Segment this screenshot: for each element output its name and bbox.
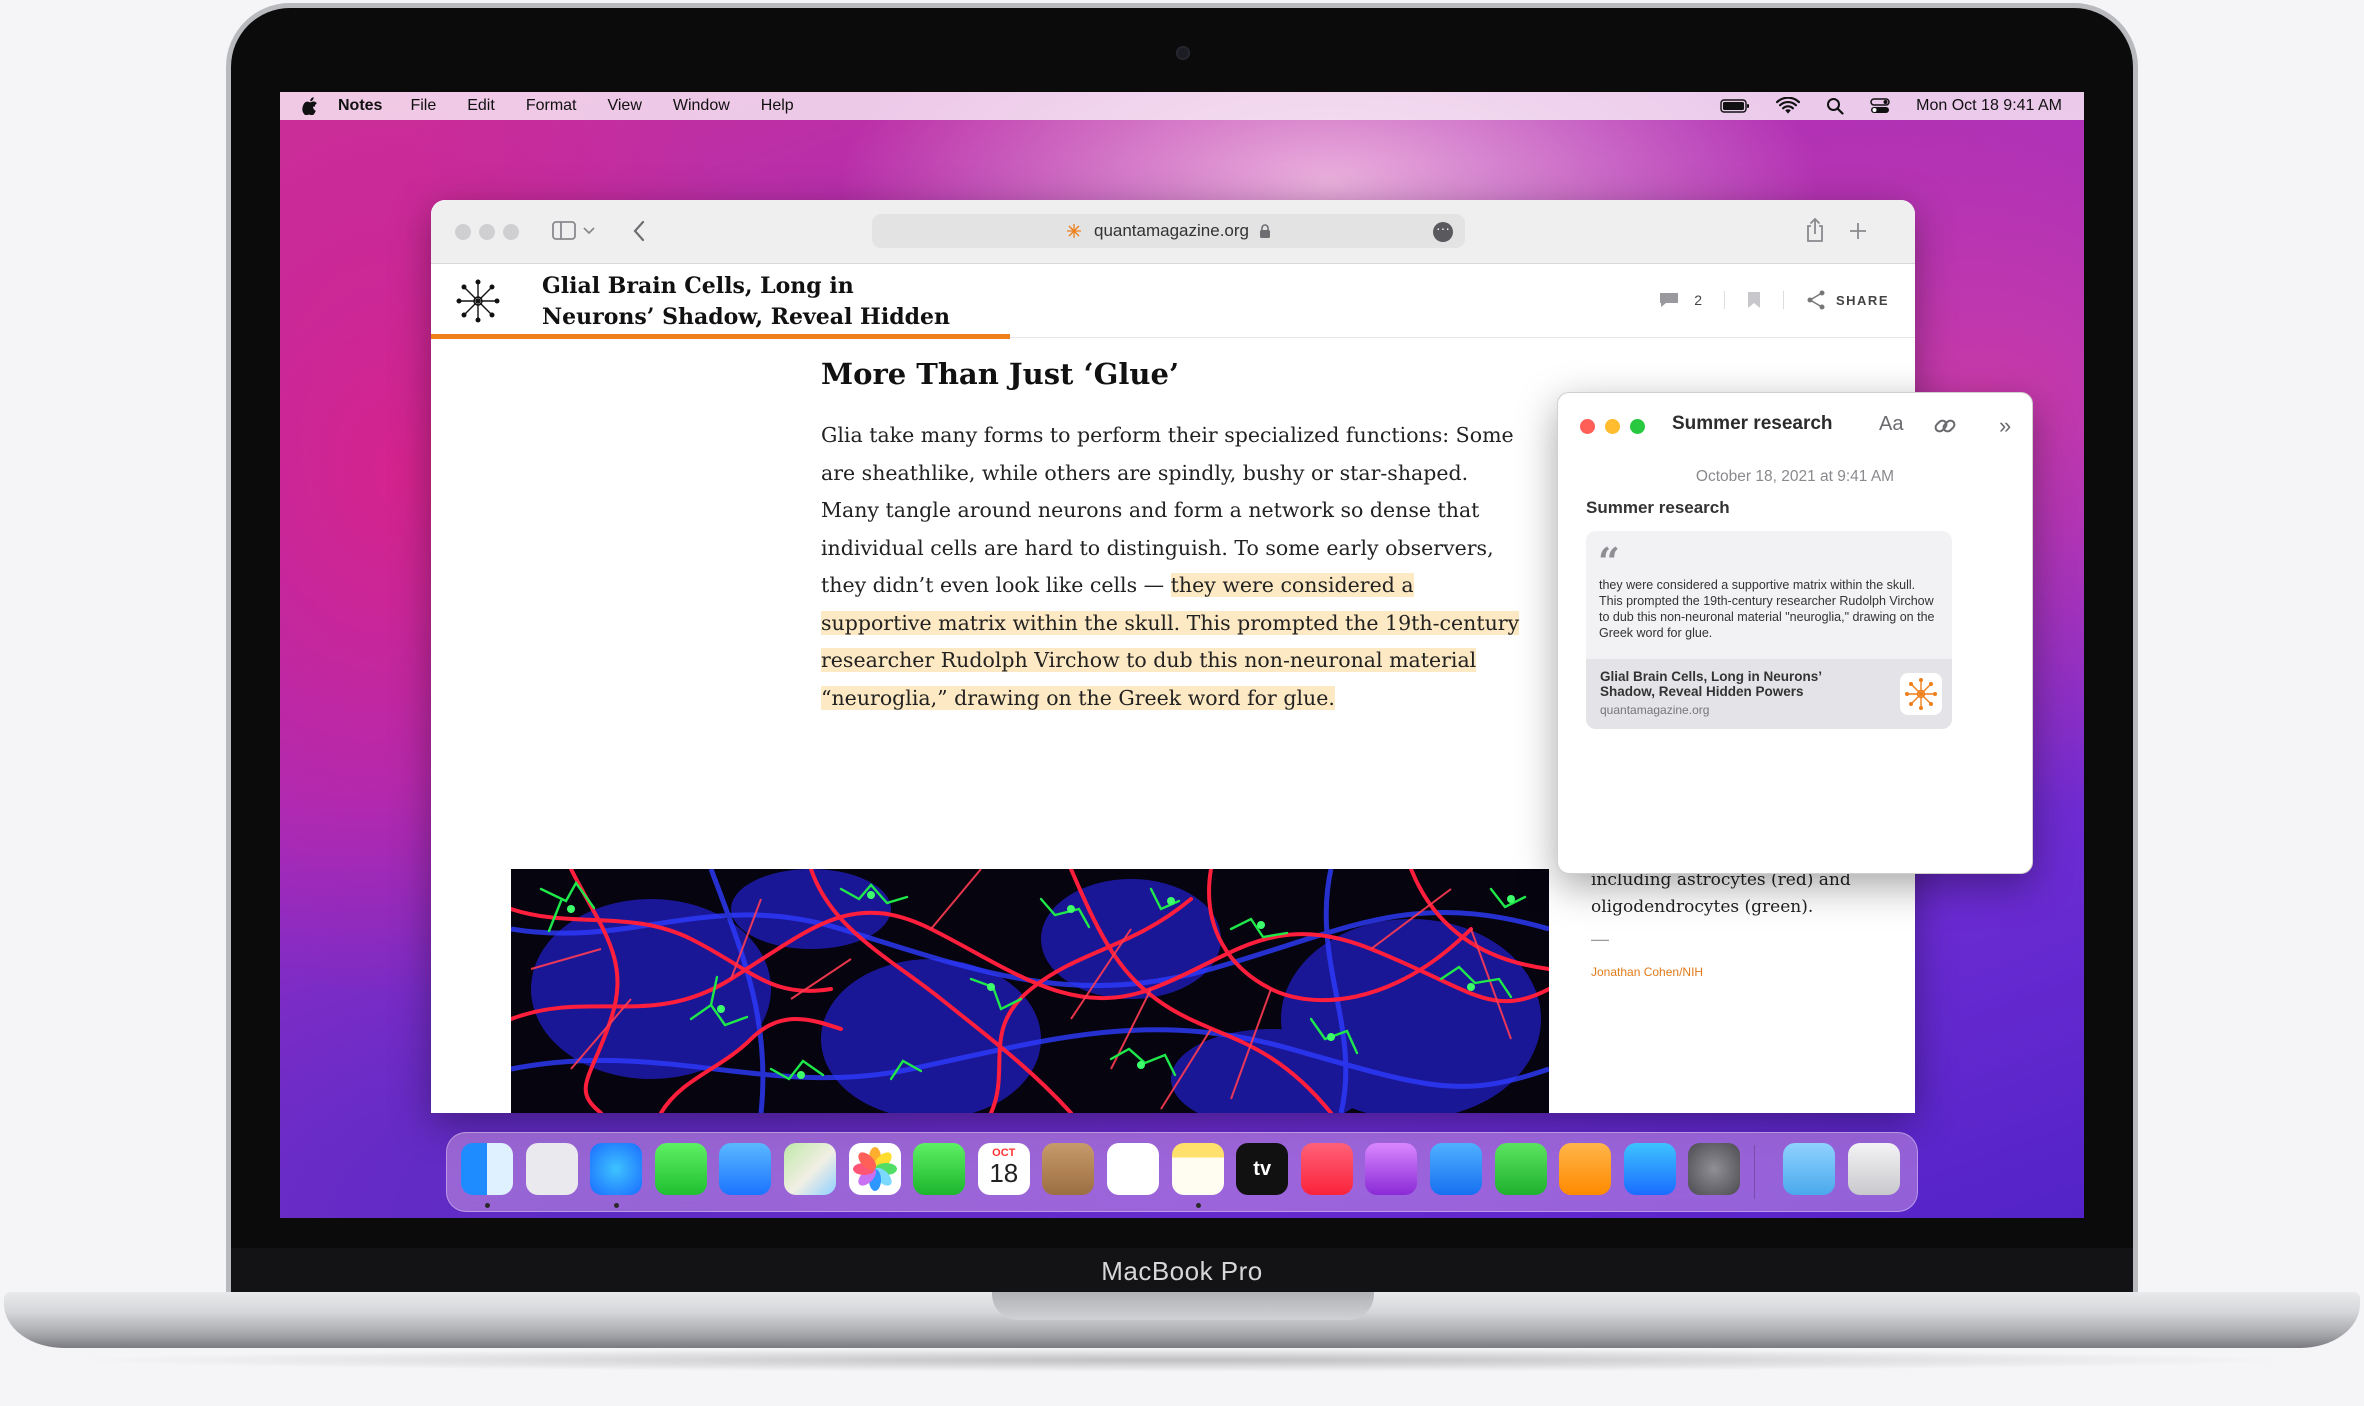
menu-window[interactable]: Window [673, 97, 730, 115]
running-indicator [614, 1203, 620, 1208]
back-arrow-icon[interactable] [632, 220, 646, 242]
quote-text: they were considered a supportive matrix… [1599, 578, 1935, 640]
note-close-button[interactable] [1580, 419, 1595, 434]
menu-file[interactable]: File [410, 97, 436, 115]
menu-app-notes[interactable]: Notes [338, 97, 382, 115]
article-header: Glial Brain Cells, Long in Neurons’ Shad… [431, 264, 1915, 361]
finder-dock-icon[interactable] [461, 1143, 513, 1195]
app-store-dock-icon[interactable] [1623, 1143, 1676, 1195]
comment-icon[interactable] [1658, 291, 1680, 309]
base-shadow [60, 1348, 2304, 1372]
launchpad-dock-icon[interactable] [525, 1143, 578, 1195]
add-link-icon[interactable] [1932, 413, 1958, 439]
device-label: MacBook Pro [1101, 1256, 1263, 1286]
minimize-button[interactable] [479, 224, 495, 240]
photos-flower-icon [852, 1147, 897, 1191]
share-nodes-icon[interactable] [1806, 290, 1826, 310]
quick-note-window: Summer research Aa » October 18, 2021 at… [1557, 392, 2033, 874]
tv-dock-icon[interactable]: tv [1236, 1143, 1289, 1195]
dock-divider [1754, 1145, 1755, 1199]
keynote-dock-icon[interactable] [1430, 1143, 1482, 1195]
image-caption: including astrocytes (red) and oligodend… [1591, 870, 1851, 917]
address-bar[interactable]: quantamagazine.org ··· [872, 214, 1465, 248]
article-paragraph: Glia take many forms to perform their sp… [821, 417, 1521, 717]
quanta-logo-icon[interactable] [453, 276, 503, 326]
link-preview-url: quantamagazine.org [1600, 703, 1710, 717]
expand-chevron-icon[interactable]: » [1999, 413, 2011, 439]
menu-edit[interactable]: Edit [467, 97, 495, 115]
photos-dock-icon[interactable] [848, 1143, 901, 1195]
lock-icon [1260, 224, 1270, 238]
note-heading[interactable]: Summer research [1586, 498, 1730, 518]
section-heading: More Than Just ‘Glue’ [821, 357, 1180, 391]
mail-dock-icon[interactable] [719, 1143, 772, 1195]
wifi-icon[interactable] [1776, 97, 1801, 115]
more-options-icon[interactable]: ··· [1433, 221, 1453, 242]
site-favicon-icon [1066, 224, 1081, 238]
podcasts-dock-icon[interactable] [1365, 1143, 1418, 1195]
laptop-notch [992, 1292, 1374, 1320]
divider [1723, 291, 1725, 309]
calendar-day: 18 [989, 1158, 1019, 1188]
system-preferences-dock-icon[interactable] [1688, 1143, 1741, 1195]
tv-label: tv [1253, 1158, 1272, 1180]
article-actions: 2 SHARE [1658, 290, 1889, 310]
note-window-title: Summer research [1672, 413, 1833, 434]
downloads-dock-icon[interactable] [1783, 1143, 1835, 1195]
safari-toolbar: quantamagazine.org ··· [431, 200, 1915, 264]
menu-format[interactable]: Format [526, 97, 577, 115]
note-date: October 18, 2021 at 9:41 AM [1695, 468, 1895, 485]
share-icon[interactable] [1805, 217, 1825, 243]
notes-dock-icon[interactable] [1171, 1143, 1224, 1195]
link-preview[interactable]: Glial Brain Cells, Long in Neurons’ Shad… [1586, 659, 1952, 729]
menu-view[interactable]: View [607, 97, 641, 115]
reminders-dock-icon[interactable] [1107, 1143, 1159, 1195]
numbers-dock-icon[interactable] [1494, 1143, 1547, 1195]
apple-logo-icon[interactable] [302, 97, 318, 115]
battery-icon[interactable] [1720, 97, 1750, 115]
note-zoom-button[interactable] [1630, 419, 1645, 434]
menu-help[interactable]: Help [761, 97, 794, 115]
note-format-button[interactable]: Aa [1879, 413, 1903, 436]
caption-dash: — [1591, 929, 1609, 949]
quote-card[interactable]: “ they were considered a supportive matr… [1586, 531, 1952, 729]
music-dock-icon[interactable] [1300, 1143, 1353, 1195]
comment-count[interactable]: 2 [1694, 292, 1702, 308]
sidebar-toggle-icon[interactable] [552, 220, 578, 242]
spotlight-search-icon[interactable] [1826, 97, 1844, 115]
calendar-dock-icon[interactable]: OCT 18 [977, 1143, 1030, 1195]
camera-icon [1176, 46, 1190, 60]
trash-dock-icon[interactable] [1847, 1143, 1900, 1195]
safari-dock-icon[interactable] [590, 1143, 643, 1195]
address-bar-url: quantamagazine.org [1093, 221, 1249, 240]
contacts-dock-icon[interactable] [1042, 1143, 1095, 1195]
link-preview-title: Glial Brain Cells, Long in Neurons’ Shad… [1600, 669, 1822, 699]
messages-dock-icon[interactable] [654, 1143, 707, 1195]
note-minimize-button[interactable] [1605, 419, 1620, 434]
screen: Notes File Edit Format View Window Help [280, 92, 2084, 1218]
menu-bar: Notes File Edit Format View Window Help [280, 92, 2084, 120]
image-credit[interactable]: Jonathan Cohen/NIH [1591, 965, 1703, 979]
pages-dock-icon[interactable] [1559, 1143, 1612, 1195]
glia-micrograph-image [511, 869, 1549, 1113]
dock: OCT 18 tv [446, 1132, 1918, 1212]
share-button[interactable]: SHARE [1836, 293, 1889, 308]
bookmark-icon[interactable] [1747, 291, 1761, 309]
divider [1782, 291, 1784, 309]
chevron-down-icon[interactable] [583, 227, 595, 235]
running-indicator [485, 1203, 490, 1208]
zoom-button[interactable] [503, 224, 519, 240]
paragraph-text: Glia take many forms to perform their sp… [821, 423, 1514, 597]
control-center-icon[interactable] [1870, 97, 1890, 115]
new-tab-icon[interactable] [1849, 222, 1867, 240]
running-indicator [1195, 1203, 1201, 1208]
facetime-dock-icon[interactable] [913, 1143, 966, 1195]
maps-dock-icon[interactable] [784, 1143, 836, 1195]
site-logo-icon [1900, 673, 1942, 715]
close-button[interactable] [455, 224, 471, 240]
menu-bar-clock[interactable]: Mon Oct 18 9:41 AM [1916, 97, 2062, 115]
